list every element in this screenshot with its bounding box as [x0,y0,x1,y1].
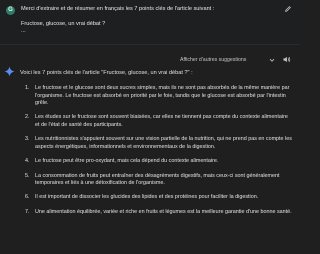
list-item: 6. Il est important de dissocier les gluc… [25,194,293,202]
list-item: 7. Une alimentation équilibrée, variée et… [25,209,293,217]
item-text: Une alimentation équilibrée, variée et r… [35,208,292,215]
list-item: 2. Les études sur le fructose sont souven… [25,114,293,129]
item-text: Le fructose et le glucose sont deux sucr… [35,85,290,107]
pencil-icon[interactable] [284,5,292,13]
item-number: 4. [25,158,30,165]
item-text: Les études sur le fructose sont souvent … [35,114,288,129]
prompt-text: Merci d'extraire et de résumer en frança… [21,6,215,35]
item-number: 6. [25,194,30,201]
show-suggestions-button[interactable]: Afficher d'autres suggestions [180,57,246,63]
item-number: 7. [25,208,30,215]
response-intro: Voici les 7 points clés de l'article "Fr… [20,70,193,76]
item-text: Il est important de dissocier les glucid… [35,194,259,201]
item-text: Le fructose peut être pro-oxydant, mais … [35,158,219,165]
speaker-icon[interactable] [282,55,291,64]
item-number: 5. [25,172,30,179]
key-points-list: 1. Le fructose et le glucose sont deux su… [25,85,293,223]
item-number: 2. [25,114,30,121]
item-text: Les nutritionnistes s'appuient souvent s… [35,136,292,150]
list-item: 5. La consommation de fruits peut entraîn… [25,173,293,188]
divider [0,44,300,45]
list-item: 1. Le fructose et le glucose sont deux su… [25,85,293,108]
sparkle-icon [4,66,15,77]
user-avatar: G [6,6,15,15]
user-prompt: G Merci d'extraire et de résumer en fran… [0,0,300,44]
chevron-down-icon[interactable] [268,56,276,64]
item-number: 3. [25,136,30,143]
item-number: 1. [25,85,30,91]
list-item: 4. Le fructose peut être pro-oxydant, mai… [25,158,293,166]
list-item: 3. Les nutritionnistes s'appuient souvent… [25,136,293,151]
item-text: La consommation de fruits peut entraîner… [35,172,280,187]
